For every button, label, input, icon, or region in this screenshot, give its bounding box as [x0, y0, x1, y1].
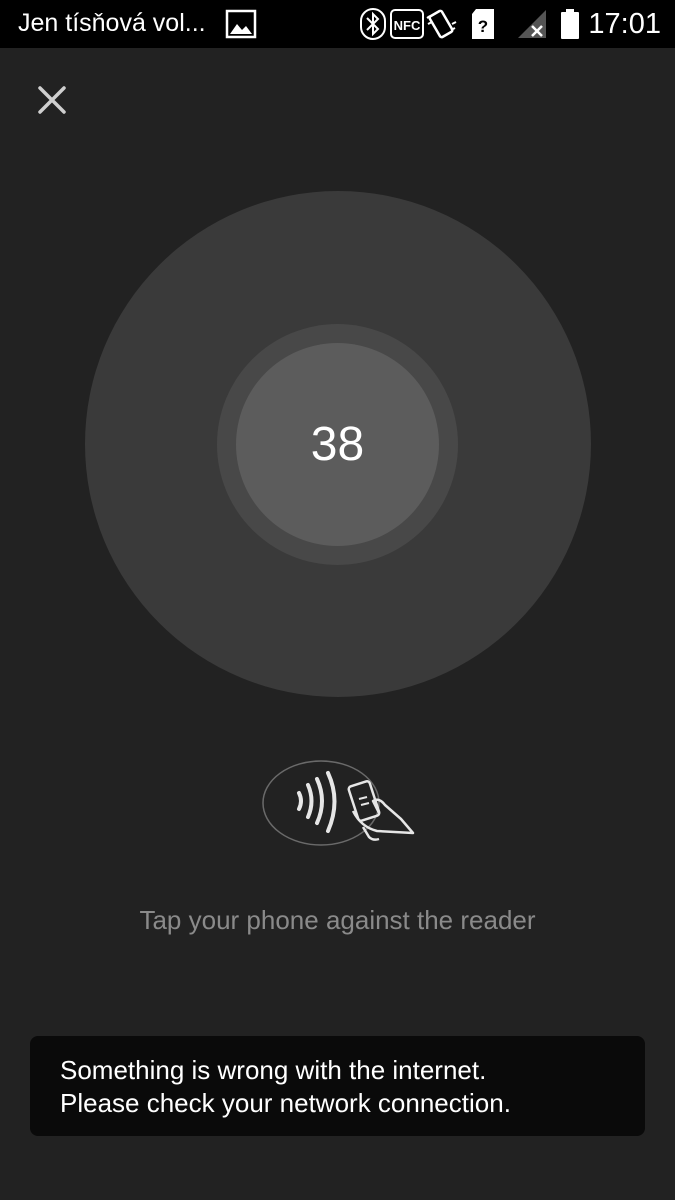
- close-icon: [38, 86, 66, 114]
- toast-message-line-2: Please check your network connection.: [60, 1088, 511, 1118]
- bluetooth-icon: [360, 8, 386, 40]
- nfc-label: NFC: [394, 18, 421, 33]
- image-icon: [225, 9, 257, 39]
- tap-instruction-text: Tap your phone against the reader: [139, 905, 536, 935]
- clock: 17:01: [588, 8, 661, 40]
- signal-no-service-icon: [518, 10, 546, 38]
- sim-unknown-icon: ?: [472, 9, 494, 39]
- toast-message-line-1: Something is wrong with the internet.: [60, 1055, 487, 1085]
- status-notification-title: Jen tísňová vol...: [18, 9, 206, 37]
- vibrate-icon: [426, 9, 457, 39]
- status-bar: Jen tísňová vol... NFC ? 17:01: [0, 0, 675, 48]
- close-button[interactable]: [30, 78, 74, 122]
- network-error-toast: Something is wrong with the internet. Pl…: [30, 1036, 645, 1136]
- countdown-timer: 38: [310, 418, 365, 471]
- contactless-tap-icon: [262, 760, 415, 846]
- sim-label: ?: [478, 17, 488, 36]
- battery-icon: [561, 9, 579, 39]
- nfc-icon: NFC: [390, 9, 424, 39]
